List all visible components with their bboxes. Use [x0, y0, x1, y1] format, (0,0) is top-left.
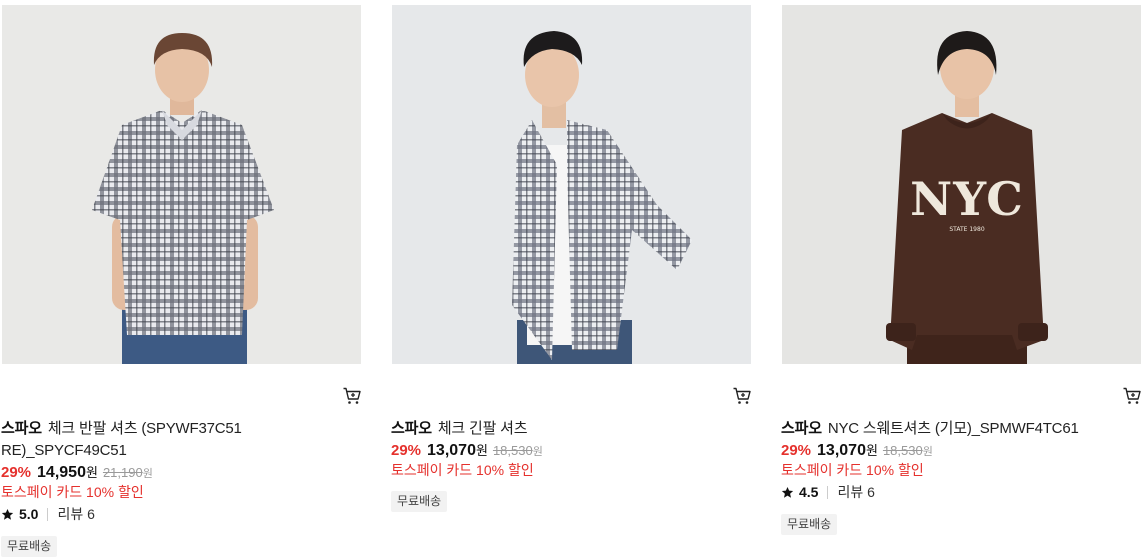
review-count: 리뷰 6 — [57, 506, 95, 522]
price-unit: 원 — [865, 443, 878, 458]
promo-text: 토스페이 카드 10% 할인 — [781, 462, 924, 478]
product-title[interactable]: 스파오 체크 반팔 셔츠 (SPYWF37C51 RE)_SPYCF49C51 — [1, 418, 276, 462]
add-to-cart-button[interactable] — [342, 386, 362, 406]
product-card[interactable]: 스파오 체크 긴팔 셔츠 29% 13,070원 18,530원 토스페이 카드 10… — [390, 0, 752, 558]
add-to-cart-button[interactable] — [732, 386, 752, 406]
original-price-unit: 원 — [142, 468, 153, 480]
product-card[interactable]: NYC STATE 1980 스파오 NYC 스웨트셔츠 (기모)_SPMWF4T… — [780, 0, 1142, 558]
brand-name: 스파오 — [391, 420, 432, 437]
original-price-unit: 원 — [532, 446, 543, 458]
price-row: 29% 14,950원 21,190원 — [1, 463, 153, 484]
free-shipping-badge: 무료배송 — [1, 536, 58, 557]
original-price: 21,190 — [102, 465, 143, 480]
price-row: 29% 13,070원 18,530원 — [781, 441, 933, 462]
original-price: 18,530 — [492, 443, 533, 458]
sweatshirt-print: NYC — [910, 172, 1024, 226]
sale-price: 13,070 — [427, 442, 476, 459]
product-image[interactable] — [2, 5, 361, 364]
brand-name: 스파오 — [781, 420, 822, 437]
rating-score: 4.5 — [799, 484, 819, 500]
cart-icon — [1123, 387, 1141, 404]
cart-icon — [343, 387, 361, 404]
rating-score: 5.0 — [19, 506, 39, 522]
discount-rate: 29% — [781, 442, 812, 459]
cart-icon — [733, 387, 751, 404]
divider — [47, 507, 49, 521]
discount-rate: 29% — [1, 464, 32, 481]
promo-text: 토스페이 카드 10% 할인 — [1, 484, 144, 500]
free-shipping-badge: 무료배송 — [391, 491, 448, 512]
free-shipping-badge: 무료배송 — [781, 514, 838, 535]
rating-row: 5.0 리뷰 6 — [1, 505, 95, 523]
price-row: 29% 13,070원 18,530원 — [391, 441, 543, 462]
product-image[interactable]: NYC STATE 1980 — [782, 5, 1141, 364]
promo-text: 토스페이 카드 10% 할인 — [391, 462, 534, 478]
sweatshirt-subprint: STATE 1980 — [949, 226, 984, 233]
product-image[interactable] — [392, 5, 751, 364]
original-price-unit: 원 — [922, 446, 933, 458]
discount-rate: 29% — [391, 442, 422, 459]
review-count: 리뷰 6 — [837, 484, 875, 500]
rating-row: 4.5 리뷰 6 — [781, 483, 875, 501]
product-title[interactable]: 스파오 NYC 스웨트셔츠 (기모)_SPMWF4TC61 — [781, 418, 1141, 440]
price-unit: 원 — [85, 465, 98, 480]
price-unit: 원 — [475, 443, 488, 458]
add-to-cart-button[interactable] — [1122, 386, 1142, 406]
product-name: 체크 긴팔 셔츠 — [437, 420, 528, 437]
sale-price: 13,070 — [817, 442, 866, 459]
product-card[interactable]: 스파오 체크 반팔 셔츠 (SPYWF37C51 RE)_SPYCF49C51 2… — [0, 0, 362, 558]
brand-name: 스파오 — [1, 420, 42, 437]
divider — [827, 485, 829, 499]
product-name: NYC 스웨트셔츠 (기모)_SPMWF4TC61 — [827, 420, 1079, 437]
star-icon — [1, 508, 14, 520]
star-icon — [781, 486, 794, 498]
original-price: 18,530 — [882, 443, 923, 458]
sale-price: 14,950 — [37, 464, 86, 481]
product-title[interactable]: 스파오 체크 긴팔 셔츠 — [391, 418, 666, 440]
